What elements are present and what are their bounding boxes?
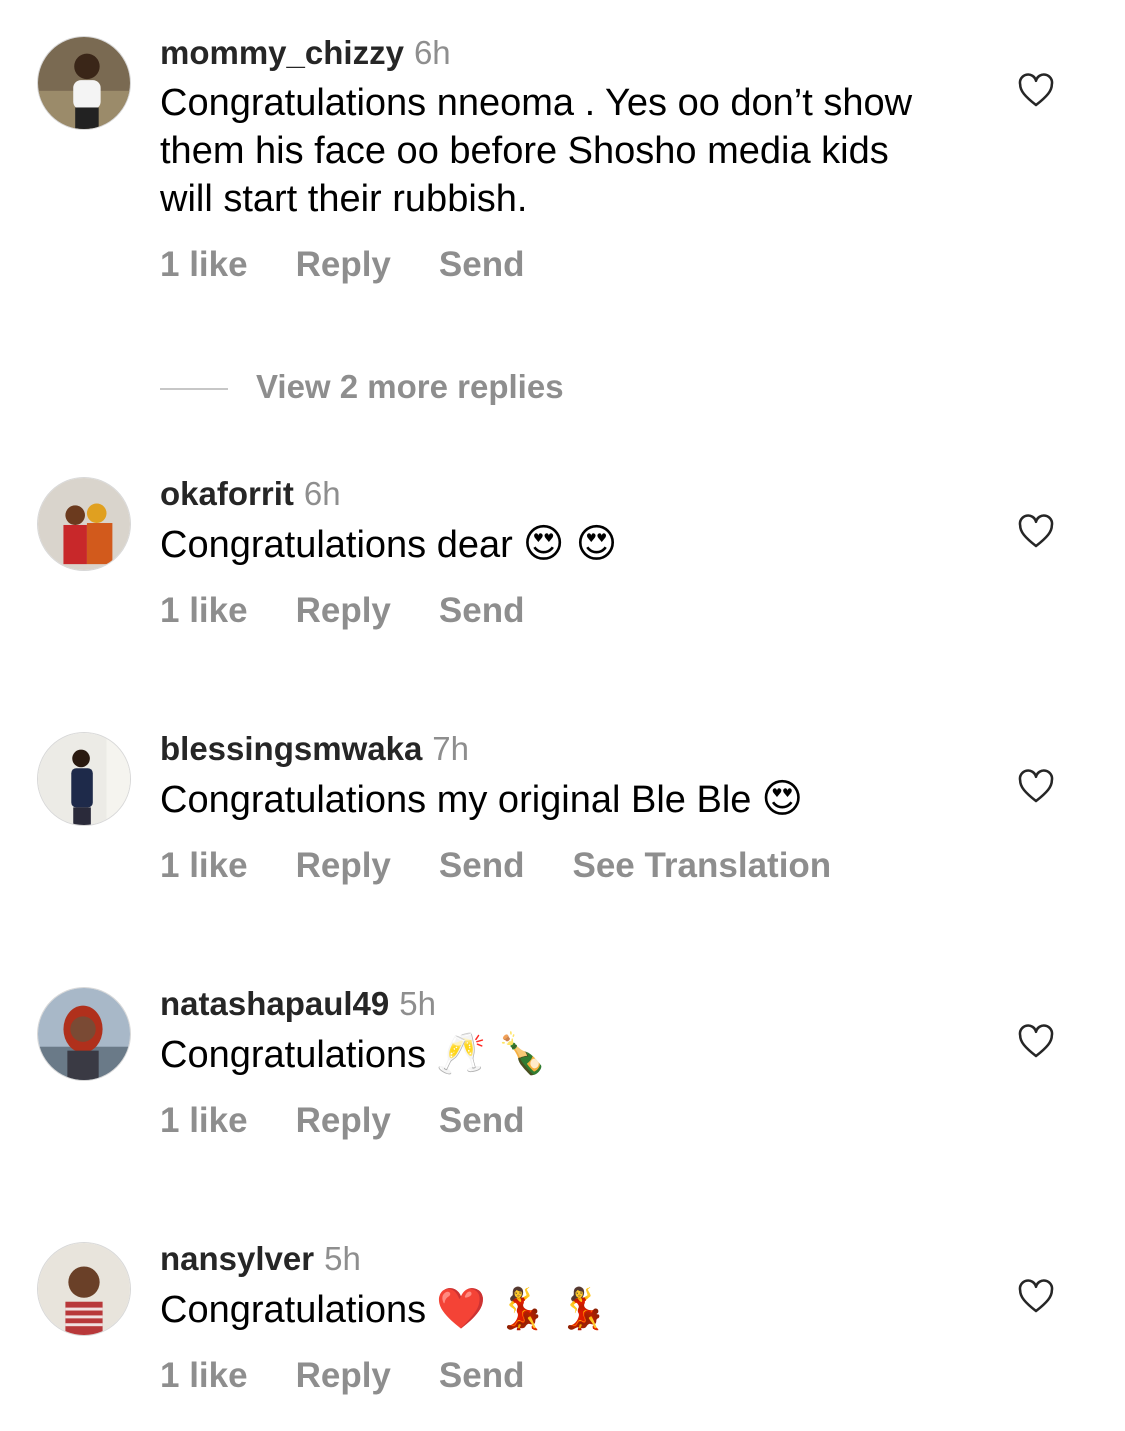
comment-text: Congratulations dear 😍 😍 — [160, 520, 980, 569]
avatar[interactable] — [37, 987, 131, 1081]
comment-actions: 1 like Reply Send — [160, 1354, 980, 1398]
heart-outline-icon[interactable] — [1017, 72, 1055, 108]
reply-button[interactable]: Reply — [296, 591, 391, 630]
comment-text: Congratulations 🥂 🍾 — [160, 1030, 980, 1079]
comment-header: mommy_chizzy 6h — [160, 33, 980, 73]
comment-actions: 1 like Reply Send — [160, 589, 980, 633]
send-button[interactable]: Send — [439, 1101, 525, 1140]
timestamp: 7h — [432, 730, 470, 767]
comment-text: Congratulations my original Ble Ble 😍 — [160, 775, 980, 824]
avatar[interactable] — [37, 732, 131, 826]
likes-count[interactable]: 1 like — [160, 1101, 248, 1140]
likes-count[interactable]: 1 like — [160, 245, 248, 284]
comment-header: nansylver 5h — [160, 1239, 980, 1279]
reply-button[interactable]: Reply — [296, 245, 391, 284]
likes-count[interactable]: 1 like — [160, 591, 248, 630]
view-more-replies[interactable]: View 2 more replies — [160, 365, 564, 409]
username[interactable]: mommy_chizzy — [160, 34, 404, 71]
heart-outline-icon[interactable] — [1017, 1023, 1055, 1059]
see-translation-button[interactable]: See Translation — [572, 846, 831, 885]
comment-body: natashapaul49 5h Congratulations 🥂 🍾 1 lik… — [160, 984, 980, 1143]
username[interactable]: nansylver — [160, 1240, 314, 1277]
comment-actions: 1 like Reply Send — [160, 243, 980, 287]
avatar[interactable] — [37, 477, 131, 571]
timestamp: 6h — [303, 475, 341, 512]
send-button[interactable]: Send — [439, 245, 525, 284]
send-button[interactable]: Send — [439, 1356, 525, 1395]
heart-outline-icon[interactable] — [1017, 768, 1055, 804]
view-replies-label[interactable]: View 2 more replies — [256, 368, 564, 405]
comment-body: blessingsmwaka 7h Congratulations my orig… — [160, 729, 980, 888]
comment-text-content: Congratulations — [160, 1034, 427, 1076]
comment-text: Congratulations nneoma . Yes oo don’t sh… — [160, 82, 913, 220]
reply-button[interactable]: Reply — [296, 1356, 391, 1395]
timestamp: 5h — [324, 1240, 361, 1277]
likes-count[interactable]: 1 like — [160, 1356, 248, 1395]
username[interactable]: okaforrit — [160, 475, 294, 512]
comment-header: natashapaul49 5h — [160, 984, 980, 1024]
username[interactable]: natashapaul49 — [160, 985, 389, 1022]
comment-text-content: Congratulations my original Ble Ble — [160, 779, 752, 821]
comment-actions: 1 like Reply Send See Translation — [160, 844, 980, 888]
avatar[interactable] — [37, 1242, 131, 1336]
comment-text: Congratulations ❤️ 💃 💃 — [160, 1285, 980, 1334]
send-button[interactable]: Send — [439, 846, 525, 885]
comment-header: blessingsmwaka 7h — [160, 729, 980, 769]
comment-body: mommy_chizzy 6h Congratulations nneoma . … — [160, 33, 980, 287]
timestamp: 6h — [413, 34, 451, 71]
avatar[interactable] — [37, 36, 131, 130]
username[interactable]: blessingsmwaka — [160, 730, 422, 767]
emoji: 🥂 🍾 — [436, 1032, 547, 1076]
heart-outline-icon[interactable] — [1017, 513, 1055, 549]
comment-text-content: Congratulations — [160, 1289, 427, 1331]
comment-body: okaforrit 6h Congratulations dear 😍 😍 1 li… — [160, 474, 980, 633]
reply-button[interactable]: Reply — [296, 846, 391, 885]
comment-body: nansylver 5h Congratulations ❤️ 💃 💃 1 like… — [160, 1239, 980, 1398]
emoji: ❤️ 💃 💃 — [436, 1287, 608, 1331]
reply-button[interactable]: Reply — [296, 1101, 391, 1140]
likes-count[interactable]: 1 like — [160, 846, 248, 885]
comment-header: okaforrit 6h — [160, 474, 980, 514]
timestamp: 5h — [399, 985, 436, 1022]
send-button[interactable]: Send — [439, 591, 525, 630]
replies-divider — [160, 388, 228, 391]
emoji: 😍 😍 — [522, 522, 618, 566]
emoji: 😍 — [761, 777, 804, 821]
comment-text-content: Congratulations dear — [160, 524, 513, 566]
heart-outline-icon[interactable] — [1017, 1278, 1055, 1314]
comment-actions: 1 like Reply Send — [160, 1099, 980, 1143]
